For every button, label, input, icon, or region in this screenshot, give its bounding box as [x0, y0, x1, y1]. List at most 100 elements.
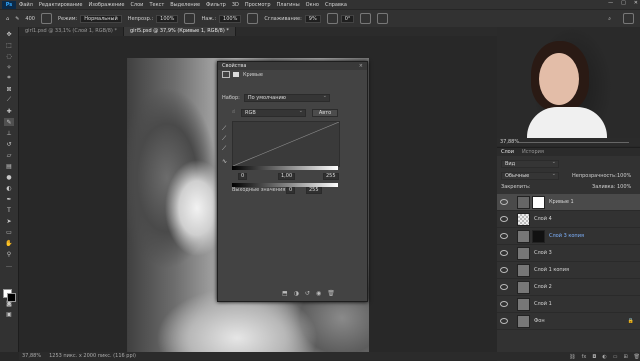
history-brush-tool-icon[interactable]: ↺ — [4, 140, 14, 148]
trash-icon[interactable]: 🗑 — [327, 290, 335, 297]
pressure-size-icon[interactable] — [360, 13, 372, 24]
quick-select-tool-icon[interactable]: ✧ — [4, 63, 14, 71]
airbrush-icon[interactable] — [247, 13, 259, 24]
mask-thumb[interactable] — [532, 195, 545, 209]
curves-graph[interactable] — [232, 121, 340, 167]
black-point-eyedropper-icon[interactable]: ⟋ — [222, 126, 228, 132]
frame-tool-icon[interactable]: ⊠ — [4, 85, 14, 93]
home-icon[interactable]: ⌂ — [6, 16, 9, 22]
symmetry-icon[interactable] — [377, 13, 389, 24]
output-white-field[interactable]: 255 — [306, 187, 322, 194]
marquee-tool-icon[interactable]: ⬚ — [4, 41, 14, 49]
background-color-swatch[interactable] — [7, 293, 16, 302]
layer-row[interactable]: Слой 4 — [497, 211, 640, 228]
preset-select[interactable]: По умолчанию — [243, 93, 330, 102]
status-doc-info[interactable]: 1253 пикс. x 2000 пикс. (116 ppi) — [49, 353, 136, 359]
layer-row[interactable]: Слой 2 — [497, 279, 640, 296]
blur-tool-icon[interactable]: ● — [4, 173, 14, 181]
angle-input[interactable]: 0° — [340, 14, 355, 23]
properties-header[interactable]: Свойства × — [218, 62, 367, 70]
layer-row[interactable]: Слой 1 копия — [497, 262, 640, 279]
eye-icon[interactable] — [500, 199, 508, 205]
eye-icon[interactable] — [500, 284, 508, 290]
more-tools-icon[interactable]: … — [4, 261, 14, 269]
brush-tool-icon[interactable]: ✎ — [15, 16, 19, 22]
menu-file[interactable]: Файл — [19, 2, 33, 8]
view-previous-icon[interactable]: ◑ — [294, 290, 299, 297]
brush-settings-icon[interactable] — [40, 13, 52, 24]
eye-icon[interactable] — [500, 250, 508, 256]
add-mask-icon[interactable]: ◘ — [592, 354, 596, 360]
brush-tool-icon[interactable]: ✎ — [4, 118, 14, 126]
clone-stamp-tool-icon[interactable]: ⊥ — [4, 129, 14, 137]
blend-mode-select[interactable]: Обычные — [501, 171, 559, 180]
tab-history[interactable]: История — [518, 149, 548, 155]
visibility-icon[interactable]: ◉ — [316, 290, 321, 297]
fx-icon[interactable]: fx — [582, 354, 587, 360]
minimize-icon[interactable]: — — [608, 0, 613, 6]
reset-icon[interactable]: ↺ — [305, 290, 310, 297]
layer-opacity-input[interactable]: 100% — [617, 173, 631, 179]
smoothing-input[interactable]: 9% — [304, 14, 321, 23]
workspace-icon[interactable] — [623, 13, 634, 24]
close-icon[interactable]: ✕ — [634, 0, 638, 6]
adjustment-layer-icon[interactable]: ◐ — [602, 354, 606, 360]
gradient-tool-icon[interactable]: ▤ — [4, 162, 14, 170]
gray-point-eyedropper-icon[interactable]: ⟋ — [222, 136, 228, 142]
opacity-input[interactable]: 100% — [156, 14, 179, 23]
curve-edit-icon[interactable]: ∿ — [222, 159, 228, 165]
menu-text[interactable]: Текст — [149, 2, 164, 8]
shape-tool-icon[interactable]: ▭ — [4, 228, 14, 236]
menu-layers[interactable]: Слои — [130, 2, 143, 8]
fill-input[interactable]: 100% — [617, 184, 631, 190]
mask-icon[interactable] — [233, 72, 239, 77]
trash-icon[interactable]: 🗑 — [634, 354, 640, 360]
eraser-tool-icon[interactable]: ▱ — [4, 151, 14, 159]
layer-row[interactable]: Слой 1 — [497, 296, 640, 313]
tab-girl1[interactable]: girl1.psd @ 33,1% (Слой 1, RGB/8) * — [19, 27, 124, 36]
move-tool-icon[interactable]: ✥ — [4, 30, 14, 38]
link-layers-icon[interactable]: ⛓ — [569, 354, 575, 360]
mode-select[interactable]: Нормальный — [80, 14, 122, 23]
screen-mode-icon[interactable]: ▣ — [4, 310, 14, 318]
input-white-field[interactable]: 255 — [323, 173, 339, 180]
layer-filter-select[interactable]: Вид — [501, 159, 559, 168]
on-image-adjust-icon[interactable]: ☝ — [232, 109, 235, 117]
zoom-slider[interactable] — [519, 142, 629, 143]
type-tool-icon[interactable]: T — [4, 206, 14, 214]
menu-select[interactable]: Выделение — [170, 2, 200, 8]
status-zoom[interactable]: 37,88% — [22, 353, 41, 359]
menu-3d[interactable]: 3D — [232, 2, 239, 8]
clip-to-layer-icon[interactable]: ⬒ — [282, 290, 288, 297]
eye-icon[interactable] — [500, 318, 508, 324]
crop-tool-icon[interactable]: ⌗ — [4, 74, 14, 82]
eye-icon[interactable] — [500, 216, 508, 222]
tab-girl5[interactable]: girl5.psd @ 37,9% (Кривые 1, RGB/8) * — [123, 27, 236, 36]
white-point-eyedropper-icon[interactable]: ⟋ — [222, 146, 228, 152]
tab-layers[interactable]: Слои — [497, 149, 518, 155]
eye-icon[interactable] — [500, 267, 508, 273]
maximize-icon[interactable]: □ — [621, 0, 626, 6]
eyedropper-tool-icon[interactable]: ⟋ — [4, 96, 14, 104]
menu-view[interactable]: Просмотр — [245, 2, 271, 8]
flow-input[interactable]: 100% — [219, 14, 242, 23]
healing-tool-icon[interactable]: ✚ — [4, 107, 14, 115]
layer-row[interactable]: Слой 3 копия — [497, 228, 640, 245]
pen-tool-icon[interactable]: ✒ — [4, 195, 14, 203]
layer-row[interactable]: Слой 3 — [497, 245, 640, 262]
group-icon[interactable]: ▭ — [613, 354, 618, 360]
smoothing-settings-icon[interactable] — [326, 13, 338, 24]
new-layer-icon[interactable]: ⊞ — [623, 354, 627, 360]
menu-edit[interactable]: Редактирование — [39, 2, 83, 8]
mask-thumb[interactable] — [532, 229, 545, 243]
menu-image[interactable]: Изображение — [88, 2, 124, 8]
auto-button[interactable]: Авто — [312, 109, 338, 117]
eye-icon[interactable] — [500, 233, 508, 239]
eye-icon[interactable] — [500, 301, 508, 307]
pressure-opacity-icon[interactable] — [184, 13, 196, 24]
channel-select[interactable]: RGB — [241, 108, 306, 117]
lasso-tool-icon[interactable]: ◌ — [4, 52, 14, 60]
layer-row[interactable]: Кривые 1 — [497, 194, 640, 211]
menu-help[interactable]: Справка — [325, 2, 347, 8]
layer-row[interactable]: Фон 🔒 — [497, 313, 640, 330]
